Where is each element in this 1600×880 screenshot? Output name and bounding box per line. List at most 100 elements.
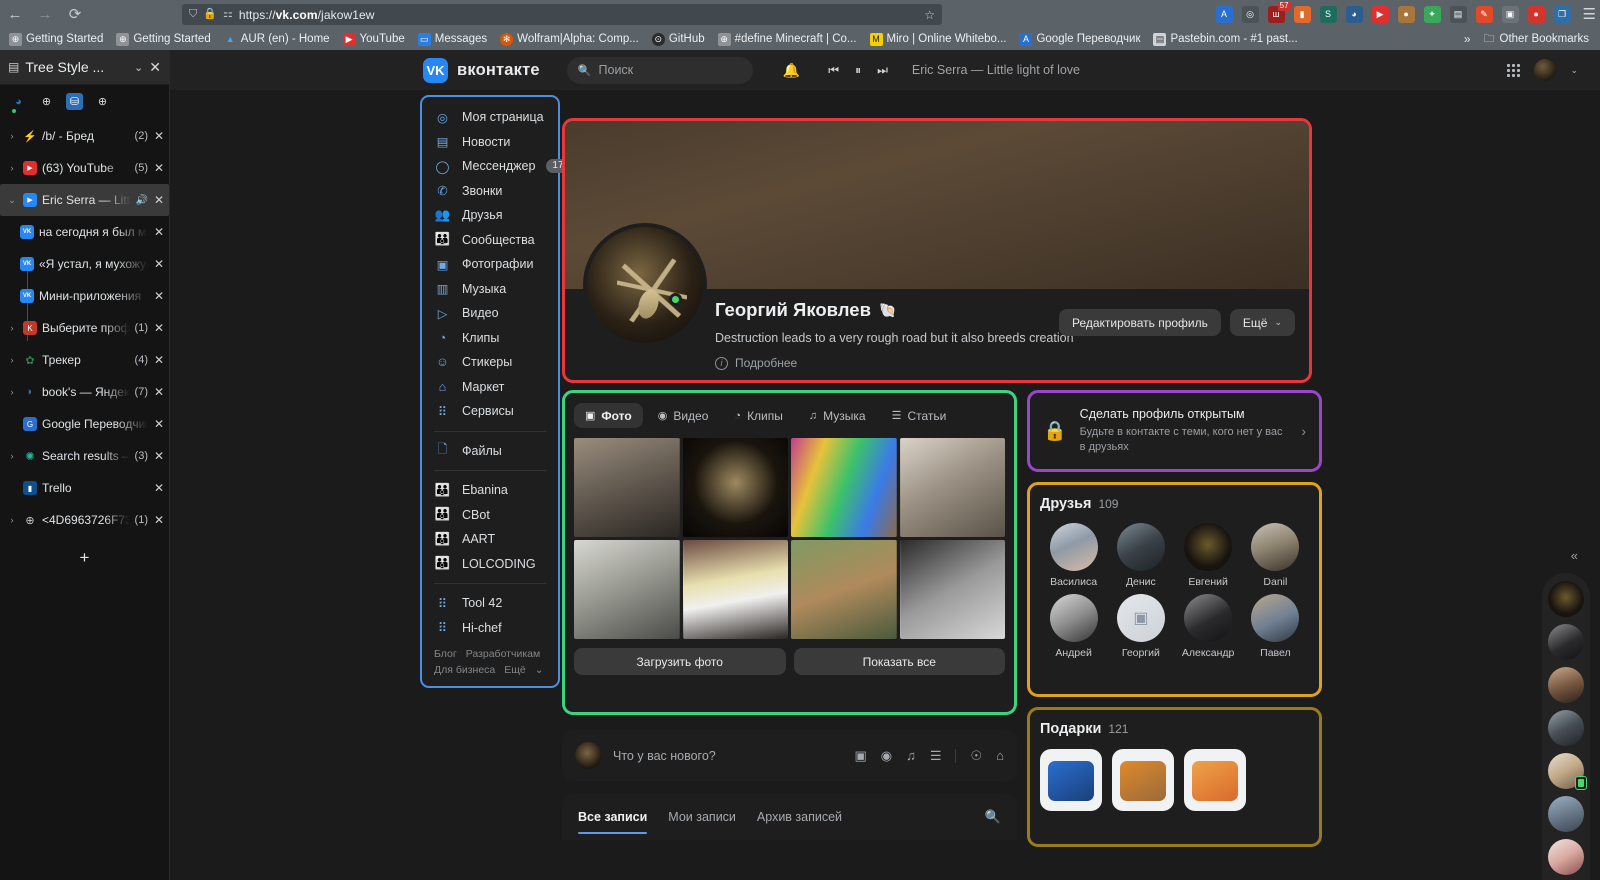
- forward-button[interactable]: →: [30, 2, 60, 26]
- sidebar-group-ebanina[interactable]: 👪Ebanina: [422, 478, 558, 503]
- tab-twisty-icon[interactable]: ›: [6, 131, 18, 141]
- reload-button[interactable]: ⟳: [60, 2, 90, 26]
- tab-music[interactable]: ♫Музыка: [798, 403, 877, 428]
- footer-link-business[interactable]: Для бизнеса: [434, 664, 495, 676]
- bookmark-star-icon[interactable]: ☆: [924, 8, 935, 22]
- tab-twisty-icon[interactable]: ⌄: [6, 195, 18, 206]
- tab-sound-icon[interactable]: 🔊: [136, 195, 148, 206]
- vk-logo-link[interactable]: VK вконтакте: [423, 58, 540, 83]
- tab-twisty-icon[interactable]: ›: [6, 387, 18, 397]
- photo-hedgehog-rainbow[interactable]: [791, 438, 897, 537]
- bookmark-item[interactable]: ▲AUR (en) - Home: [219, 32, 335, 47]
- photo-horses[interactable]: [791, 540, 897, 639]
- tab-row[interactable]: VK на сегодня я был молодец ✕: [0, 216, 169, 248]
- sidebar-app-hi-chef[interactable]: ⠿Hi-chef: [422, 616, 558, 641]
- tab-my-records[interactable]: Мои записи: [668, 794, 736, 840]
- tab-row[interactable]: ▮ Trello ✕: [0, 472, 169, 504]
- gifts-card-header[interactable]: Подарки 121: [1040, 721, 1309, 737]
- tab-close-icon[interactable]: ✕: [153, 385, 165, 399]
- bookmark-item[interactable]: ⊕#define Minecraft | Co...: [713, 32, 862, 47]
- bookmark-item[interactable]: ▶YouTube: [338, 32, 410, 47]
- tab-close-icon[interactable]: ✕: [153, 321, 165, 335]
- sidebar-item-friends[interactable]: 👥Друзья: [422, 203, 558, 228]
- gift-blue-cats[interactable]: [1040, 749, 1102, 811]
- search-input[interactable]: 🔍 Поиск: [567, 57, 753, 84]
- cookie-extension-icon[interactable]: ●: [1398, 6, 1415, 23]
- pinned-tab-globe-2[interactable]: ⊕: [94, 93, 111, 110]
- tab-close-icon[interactable]: ✕: [153, 225, 165, 239]
- friends-card-header[interactable]: Друзья 109: [1040, 496, 1309, 512]
- photo-jacket[interactable]: [683, 540, 789, 639]
- sidebar-item-clips[interactable]: ◔Клипы: [422, 326, 558, 351]
- sidebar-item-files[interactable]: 🗋Файлы: [422, 439, 558, 464]
- camera-icon[interactable]: ▣: [854, 748, 866, 764]
- tabs-extension-icon[interactable]: ❐: [1554, 6, 1571, 23]
- back-button[interactable]: ←: [0, 2, 30, 26]
- bookmark-item[interactable]: ⊕Getting Started: [4, 32, 108, 47]
- tab-row[interactable]: › ✿ Трекер (4) ✕: [0, 344, 169, 376]
- bookmarks-chevron-icon[interactable]: »: [1464, 32, 1471, 46]
- sidebar-item-calls[interactable]: ✆Звонки: [422, 179, 558, 204]
- tab-row[interactable]: › ◗ book's — Яндекс Браузер (7) ✕: [0, 376, 169, 408]
- friend-item[interactable]: ▣Георгий: [1107, 594, 1174, 659]
- ublock-extension-icon[interactable]: ш57: [1268, 6, 1285, 23]
- gift-orange-cat[interactable]: [1184, 749, 1246, 811]
- colors-extension-icon[interactable]: ✦: [1424, 6, 1441, 23]
- pinned-tab-tst[interactable]: ⛁: [66, 93, 83, 110]
- tab-row-active[interactable]: ⌄ ▶ Eric Serra — Little light of love 🔊 …: [0, 184, 169, 216]
- youtube-extension-icon[interactable]: ▶: [1372, 6, 1389, 23]
- story-dog[interactable]: [1548, 753, 1584, 789]
- tab-close-icon[interactable]: ✕: [153, 257, 165, 271]
- story-kazan[interactable]: [1548, 796, 1584, 832]
- tomato-timer-extension-icon[interactable]: ●: [1528, 6, 1545, 23]
- sidebar-item-stickers[interactable]: ☺Стикеры: [422, 350, 558, 375]
- chevron-down-icon[interactable]: ⌄: [1570, 65, 1578, 76]
- bookmark-item[interactable]: ▭Messages: [413, 32, 492, 47]
- pinned-tab-firefox[interactable]: ◕: [10, 93, 27, 110]
- sidebar-item-video[interactable]: ▷Видео: [422, 301, 558, 326]
- collapse-left-icon[interactable]: «: [1571, 548, 1578, 563]
- tab-articles[interactable]: ☰Статьи: [881, 403, 958, 428]
- show-all-photos-button[interactable]: Показать все: [794, 648, 1006, 675]
- chevron-down-icon[interactable]: ⌄: [535, 664, 544, 676]
- apps-grid-icon[interactable]: [1507, 64, 1520, 77]
- tab-row[interactable]: › ▶ (63) YouTube (5) ✕: [0, 152, 169, 184]
- sidebar-app-tool-42[interactable]: ⠿Tool 42: [422, 591, 558, 616]
- bookmark-item[interactable]: ✻Wolfram|Alpha: Comp...: [495, 32, 644, 47]
- chevron-down-icon[interactable]: ⌄: [134, 61, 143, 74]
- bookmark-item[interactable]: AGoogle Переводчик: [1014, 32, 1145, 47]
- tab-twisty-icon[interactable]: ›: [6, 355, 18, 365]
- story-table[interactable]: [1548, 667, 1584, 703]
- video-icon[interactable]: ◉: [881, 748, 892, 764]
- photo-bw-stage[interactable]: [900, 540, 1006, 639]
- tab-row[interactable]: G Google Переводчик ✕: [0, 408, 169, 440]
- tab-all-records[interactable]: Все записи: [578, 794, 647, 840]
- sidebar-item-services[interactable]: ⠿Сервисы: [422, 399, 558, 424]
- tab-twisty-icon[interactable]: ›: [6, 515, 18, 525]
- photo-spider-dark[interactable]: [683, 438, 789, 537]
- tab-twisty-icon[interactable]: ›: [6, 163, 18, 173]
- tab-photos[interactable]: ▣Фото: [574, 403, 643, 428]
- photo-man-with-car[interactable]: [574, 438, 680, 537]
- sidebar-group-cbot[interactable]: 👪CBot: [422, 503, 558, 528]
- footer-link-more[interactable]: Ещё: [504, 664, 525, 676]
- url-bar[interactable]: ⛉ 🔒 ⚏ https://vk.com/jakow1ew ☆: [182, 4, 942, 25]
- profile-more-info-link[interactable]: i Подробнее: [715, 356, 1291, 370]
- bookmark-item[interactable]: ⊙GitHub: [647, 32, 710, 47]
- bell-icon[interactable]: 🔔: [783, 62, 800, 79]
- sidebar-item-music[interactable]: ▥Музыка: [422, 277, 558, 302]
- player-pause-button[interactable]: ⏸: [855, 63, 861, 78]
- story-evgeniy[interactable]: [1548, 581, 1584, 617]
- friend-item[interactable]: Александр: [1175, 594, 1242, 659]
- sidebar-item-market[interactable]: ⌂Маркет: [422, 375, 558, 400]
- notes-extension-icon[interactable]: ▤: [1450, 6, 1467, 23]
- sidebar-item-my-page[interactable]: ◎Моя страница: [422, 105, 558, 130]
- pinned-tab-globe[interactable]: ⊕: [38, 93, 55, 110]
- tab-close-icon[interactable]: ✕: [153, 417, 165, 431]
- tab-close-icon[interactable]: ✕: [153, 161, 165, 175]
- chevron-right-icon[interactable]: ›: [1301, 423, 1306, 439]
- footer-link-blog[interactable]: Блог: [434, 648, 457, 660]
- more-attach-icon[interactable]: ☉: [970, 748, 982, 764]
- friend-item[interactable]: Danil: [1242, 523, 1309, 588]
- tab-close-icon[interactable]: ✕: [153, 513, 165, 527]
